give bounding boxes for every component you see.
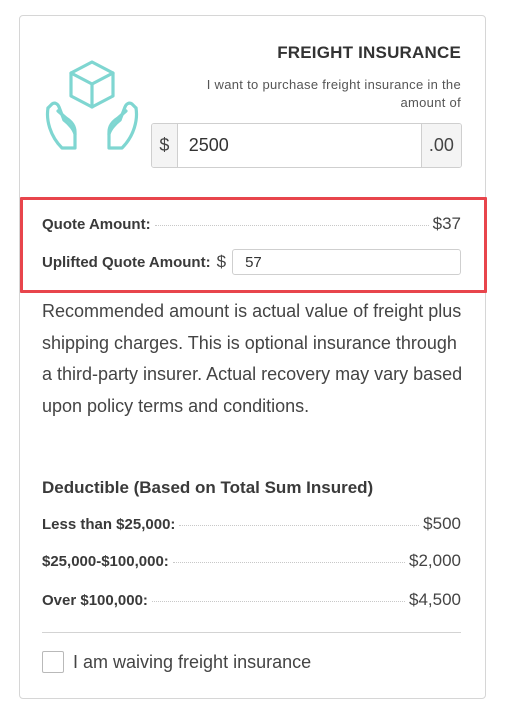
insurance-amount-input[interactable] — [177, 124, 421, 167]
deductible-label: Less than $25,000: — [42, 516, 176, 533]
insurance-subtitle: I want to purchase freight insurance in … — [206, 77, 461, 110]
dotted-leader — [154, 225, 429, 226]
deductible-label: Over $100,000: — [42, 592, 148, 609]
divider — [42, 632, 461, 633]
deductible-row: Less than $25,000: $500 — [42, 514, 461, 534]
page-title: FREIGHT INSURANCE — [277, 43, 461, 62]
waive-insurance-checkbox[interactable] — [42, 651, 64, 673]
deductible-label: $25,000-$100,000: — [42, 553, 169, 570]
deductible-value: $2,000 — [409, 551, 461, 570]
dotted-leader — [172, 562, 405, 563]
freight-insurance-card: FREIGHT INSURANCE I want to purchase fre… — [19, 15, 487, 699]
insurance-description: Recommended amount is actual value of fr… — [42, 301, 463, 416]
deductible-value: $500 — [423, 514, 461, 533]
uplifted-currency: $ — [216, 252, 227, 271]
waive-insurance-option[interactable]: I am waiving freight insurance — [42, 651, 311, 673]
quote-amount-row: Quote Amount: $37 — [42, 214, 461, 234]
insurance-amount-group: $ .00 — [151, 123, 462, 168]
dotted-leader — [179, 525, 420, 526]
dotted-leader — [151, 601, 405, 602]
uplifted-quote-row: Uplifted Quote Amount: $ — [42, 249, 461, 275]
deductible-row: Over $100,000: $4,500 — [42, 590, 461, 610]
hands-holding-box-icon — [45, 60, 139, 150]
quote-highlight-box — [20, 197, 487, 293]
quote-amount-value: $37 — [432, 214, 461, 233]
uplifted-quote-label: Uplifted Quote Amount: — [42, 253, 211, 271]
deductible-value: $4,500 — [409, 590, 461, 609]
currency-prefix: $ — [152, 124, 178, 167]
quote-amount-label: Quote Amount: — [42, 216, 151, 233]
cents-suffix: .00 — [420, 124, 461, 167]
deductible-title: Deductible (Based on Total Sum Insured) — [42, 478, 374, 497]
waive-insurance-label: I am waiving freight insurance — [73, 651, 312, 672]
uplifted-quote-input[interactable] — [232, 249, 461, 275]
deductible-row: $25,000-$100,000: $2,000 — [42, 551, 461, 571]
